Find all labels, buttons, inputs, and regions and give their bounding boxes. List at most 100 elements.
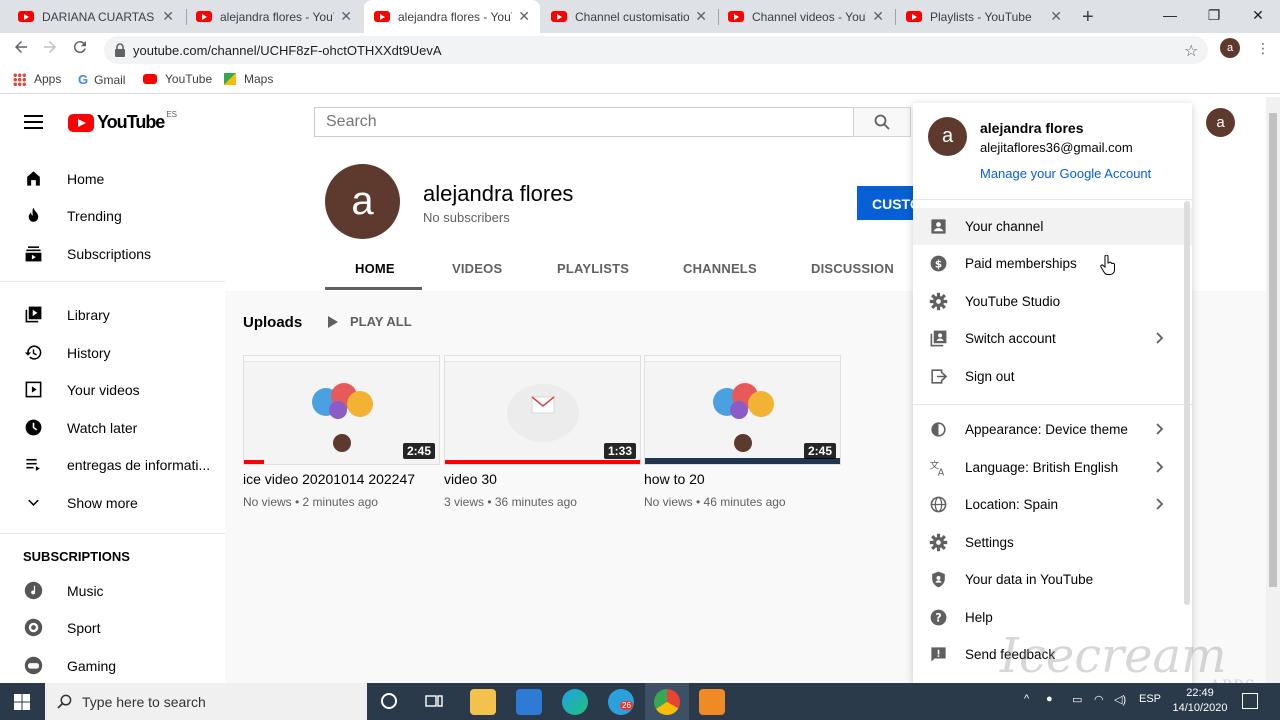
language-indicator[interactable]: ESP: [1139, 693, 1161, 705]
manage-google-account-link[interactable]: Manage your Google Account: [980, 166, 1151, 181]
cortana-icon[interactable]: [381, 693, 397, 709]
tab-discussion[interactable]: DISCUSSION: [811, 261, 894, 276]
menu-item-settings[interactable]: Settings: [913, 524, 1192, 561]
bookmark-gmail[interactable]: G Gmail: [78, 72, 125, 87]
bookmark-youtube[interactable]: YouTube: [143, 72, 212, 86]
task-view-icon[interactable]: [425, 693, 443, 709]
windows-start-icon[interactable]: [14, 694, 30, 710]
menu-scrollbar[interactable]: [1184, 201, 1190, 605]
close-icon[interactable]: ✕: [340, 8, 352, 25]
mail-app-icon[interactable]: [516, 689, 542, 715]
guide-item-watch-later[interactable]: Watch later: [0, 409, 225, 446]
video-thumbnail[interactable]: 2:45: [644, 355, 841, 465]
video-title[interactable]: ice video 20201014 202247: [243, 471, 415, 487]
menu-item-location[interactable]: Location: Spain: [913, 486, 1192, 523]
more-vert-icon[interactable]: ⋮: [1256, 40, 1270, 57]
close-icon[interactable]: ✕: [695, 8, 707, 25]
menu-item-appearance[interactable]: Appearance: Device theme: [913, 411, 1192, 448]
bookmark-maps[interactable]: Maps: [224, 72, 273, 86]
taskbar-search-input[interactable]: Type here to search: [45, 683, 367, 720]
search-button[interactable]: [853, 107, 911, 137]
guide-item-history[interactable]: History: [0, 334, 225, 371]
guide-item-your-videos[interactable]: Your videos: [0, 371, 225, 408]
menu-label: Settings: [965, 535, 1014, 550]
forward-arrow-icon[interactable]: [41, 38, 59, 56]
minimize-icon[interactable]: —: [1148, 0, 1192, 30]
browser-tab[interactable]: alejandra flores - YouTu ✕: [186, 0, 362, 33]
telegram-icon[interactable]: 26: [608, 689, 634, 715]
youtube-logo[interactable]: YouTube ES: [68, 110, 177, 133]
guide-item-show-more[interactable]: Show more: [0, 484, 225, 521]
video-thumbnail[interactable]: 2:45: [243, 355, 440, 465]
address-bar[interactable]: youtube.com/channel/UCHF8zF-ohctOTHXXdt9…: [104, 36, 1208, 64]
menu-item-your-data[interactable]: Your data in YouTube: [913, 561, 1192, 598]
page-scrollbar[interactable]: [1266, 97, 1280, 683]
hamburger-menu-icon[interactable]: [24, 114, 43, 130]
tab-playlists[interactable]: PLAYLISTS: [557, 261, 629, 276]
profile-avatar[interactable]: a: [1220, 38, 1240, 58]
browser-tab[interactable]: Channel customisation ✕: [541, 0, 717, 33]
tray-overflow-icon[interactable]: ^: [1024, 693, 1029, 705]
star-icon[interactable]: ☆: [1184, 41, 1198, 61]
tab-home[interactable]: HOME: [355, 261, 395, 276]
guide-item-subscriptions[interactable]: Subscriptions: [0, 235, 225, 272]
video-duration: 2:45: [803, 443, 836, 459]
chevron-down-icon: [28, 499, 39, 506]
close-icon[interactable]: ✕: [162, 8, 174, 25]
browser-tab[interactable]: DARIANA CUARTAS - Yo ✕: [8, 0, 184, 33]
your-videos-icon: [25, 381, 42, 398]
edge-browser-icon[interactable]: [562, 689, 588, 715]
search-input[interactable]: Search: [314, 107, 854, 137]
guide-item-music[interactable]: Music: [0, 572, 225, 609]
language-icon: 文A: [930, 459, 945, 477]
chrome-taskbar-active[interactable]: [645, 683, 689, 720]
gear-icon: [929, 292, 948, 311]
play-all-button[interactable]: PLAY ALL: [326, 314, 412, 329]
guide-item-sport[interactable]: Sport: [0, 609, 225, 646]
browser-tab-active[interactable]: alejandra flores - YouTu ✕: [364, 0, 540, 33]
menu-item-language[interactable]: 文A Language: British English: [913, 449, 1192, 486]
window-close-icon[interactable]: ✕: [1236, 0, 1280, 30]
tab-channels[interactable]: CHANNELS: [683, 261, 757, 276]
guide-item-gaming[interactable]: Gaming: [0, 647, 225, 684]
menu-item-sign-out[interactable]: Sign out: [913, 358, 1192, 395]
back-arrow-icon[interactable]: [12, 38, 30, 56]
menu-item-paid-memberships[interactable]: $ Paid memberships: [913, 245, 1192, 282]
close-icon[interactable]: ✕: [1050, 8, 1062, 25]
menu-label: Help: [965, 610, 993, 625]
close-icon[interactable]: ✕: [518, 8, 530, 25]
guide-item-playlist[interactable]: entregas de informati...: [0, 446, 225, 483]
browser-tab[interactable]: Channel videos - YouTu ✕: [718, 0, 894, 33]
video-thumbnail[interactable]: 1:33: [444, 355, 641, 465]
file-explorer-icon[interactable]: [470, 689, 496, 715]
video-title[interactable]: how to 20: [644, 471, 705, 487]
customise-channel-button[interactable]: CUSTO: [857, 186, 917, 220]
maximize-icon[interactable]: ❐: [1192, 0, 1236, 30]
new-tab-plus-icon[interactable]: +: [1082, 6, 1094, 29]
system-clock[interactable]: 22:49 14/10/2020: [1170, 686, 1230, 716]
video-title[interactable]: video 30: [444, 471, 497, 487]
microphone-icon[interactable]: ●: [1046, 693, 1053, 705]
guide-item-library[interactable]: Library: [0, 296, 225, 333]
wifi-icon[interactable]: ◠: [1094, 693, 1104, 706]
bookmark-apps[interactable]: Apps: [13, 72, 61, 86]
tab-videos[interactable]: VIDEOS: [452, 261, 502, 276]
scrollbar-thumb[interactable]: [1269, 113, 1277, 587]
close-icon[interactable]: ✕: [872, 8, 884, 25]
battery-icon[interactable]: ▭: [1072, 693, 1082, 706]
browser-tab[interactable]: Playlists - YouTube ✕: [896, 0, 1072, 33]
reload-icon[interactable]: [71, 38, 89, 56]
channel-name: alejandra flores: [423, 181, 574, 206]
guide-item-trending[interactable]: Trending: [0, 197, 225, 234]
guide-label: Gaming: [67, 658, 117, 674]
menu-item-your-channel[interactable]: Your channel: [913, 208, 1192, 245]
icecream-recorder-icon[interactable]: [699, 689, 725, 715]
guide-label: Library: [67, 307, 110, 323]
guide-item-home[interactable]: Home: [0, 160, 225, 197]
account-avatar-button[interactable]: a: [1206, 108, 1235, 137]
menu-item-youtube-studio[interactable]: YouTube Studio: [913, 283, 1192, 320]
notification-center-icon[interactable]: [1242, 693, 1258, 709]
menu-item-switch-account[interactable]: Switch account: [913, 320, 1192, 357]
volume-icon[interactable]: ◁): [1114, 693, 1126, 706]
browser-toolbar: youtube.com/channel/UCHF8zF-ohctOTHXXdt9…: [0, 33, 1280, 66]
